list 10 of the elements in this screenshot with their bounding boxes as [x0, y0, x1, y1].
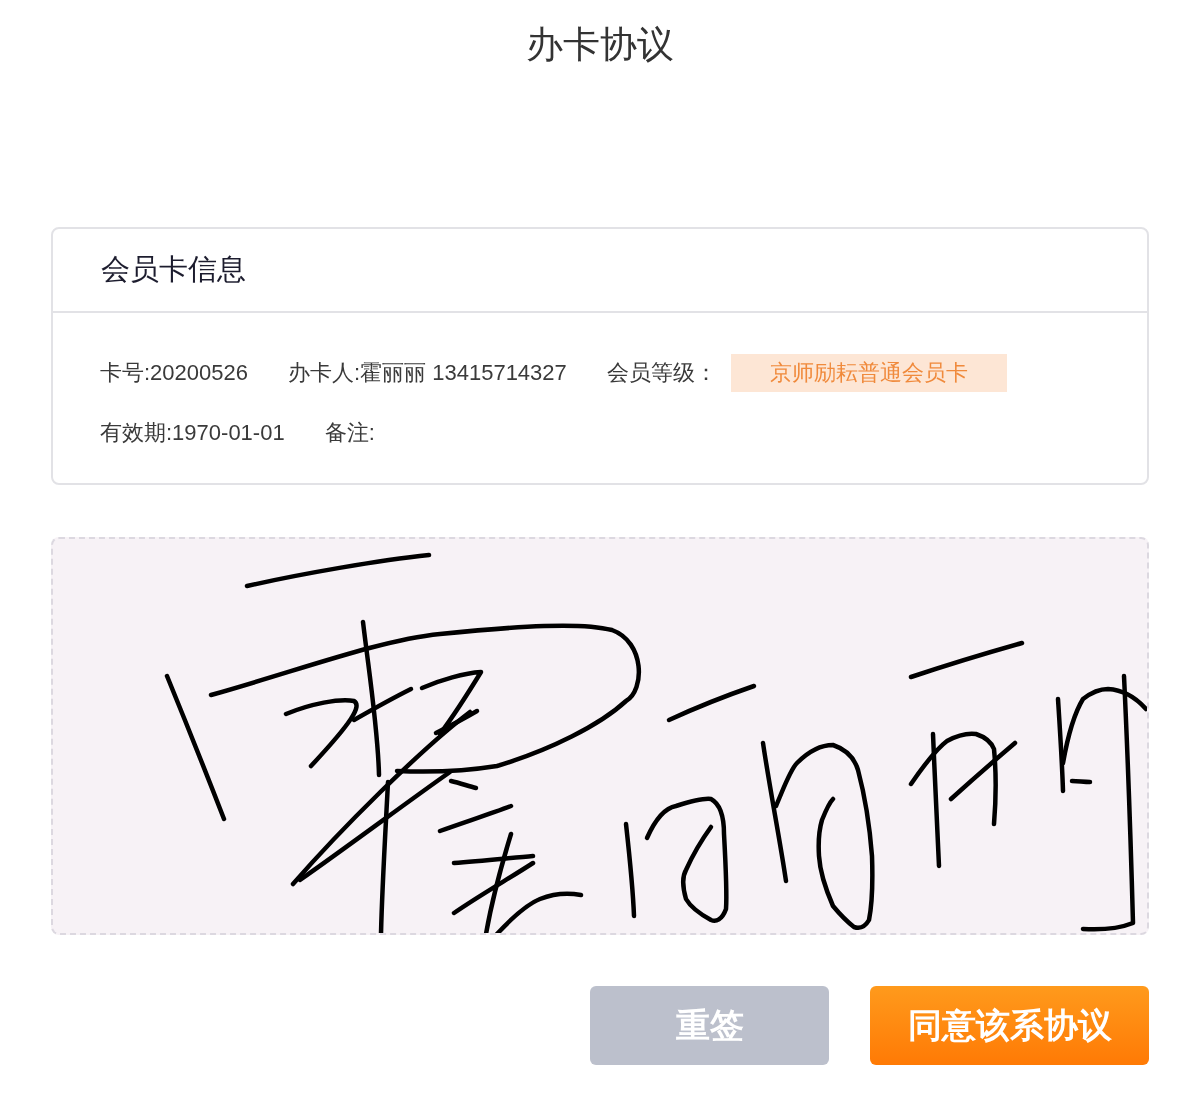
info-text: 有效期:1970-01-01 [100, 419, 285, 447]
card-title: 会员卡信息 [101, 252, 246, 287]
agree-button[interactable]: 同意该系协议 [870, 986, 1149, 1065]
page-title: 办卡协议 [526, 23, 674, 67]
info-text: 办卡人:霍丽丽 13415714327 [288, 359, 567, 387]
info-text: 备注: [324, 419, 375, 447]
info-text: 卡号:20200526 [100, 359, 248, 387]
level-tag: 京师励耘普通会员卡 [730, 354, 1007, 392]
re-sign-button[interactable]: 重签 [590, 986, 829, 1065]
info-label: 会员等级： [606, 359, 717, 387]
